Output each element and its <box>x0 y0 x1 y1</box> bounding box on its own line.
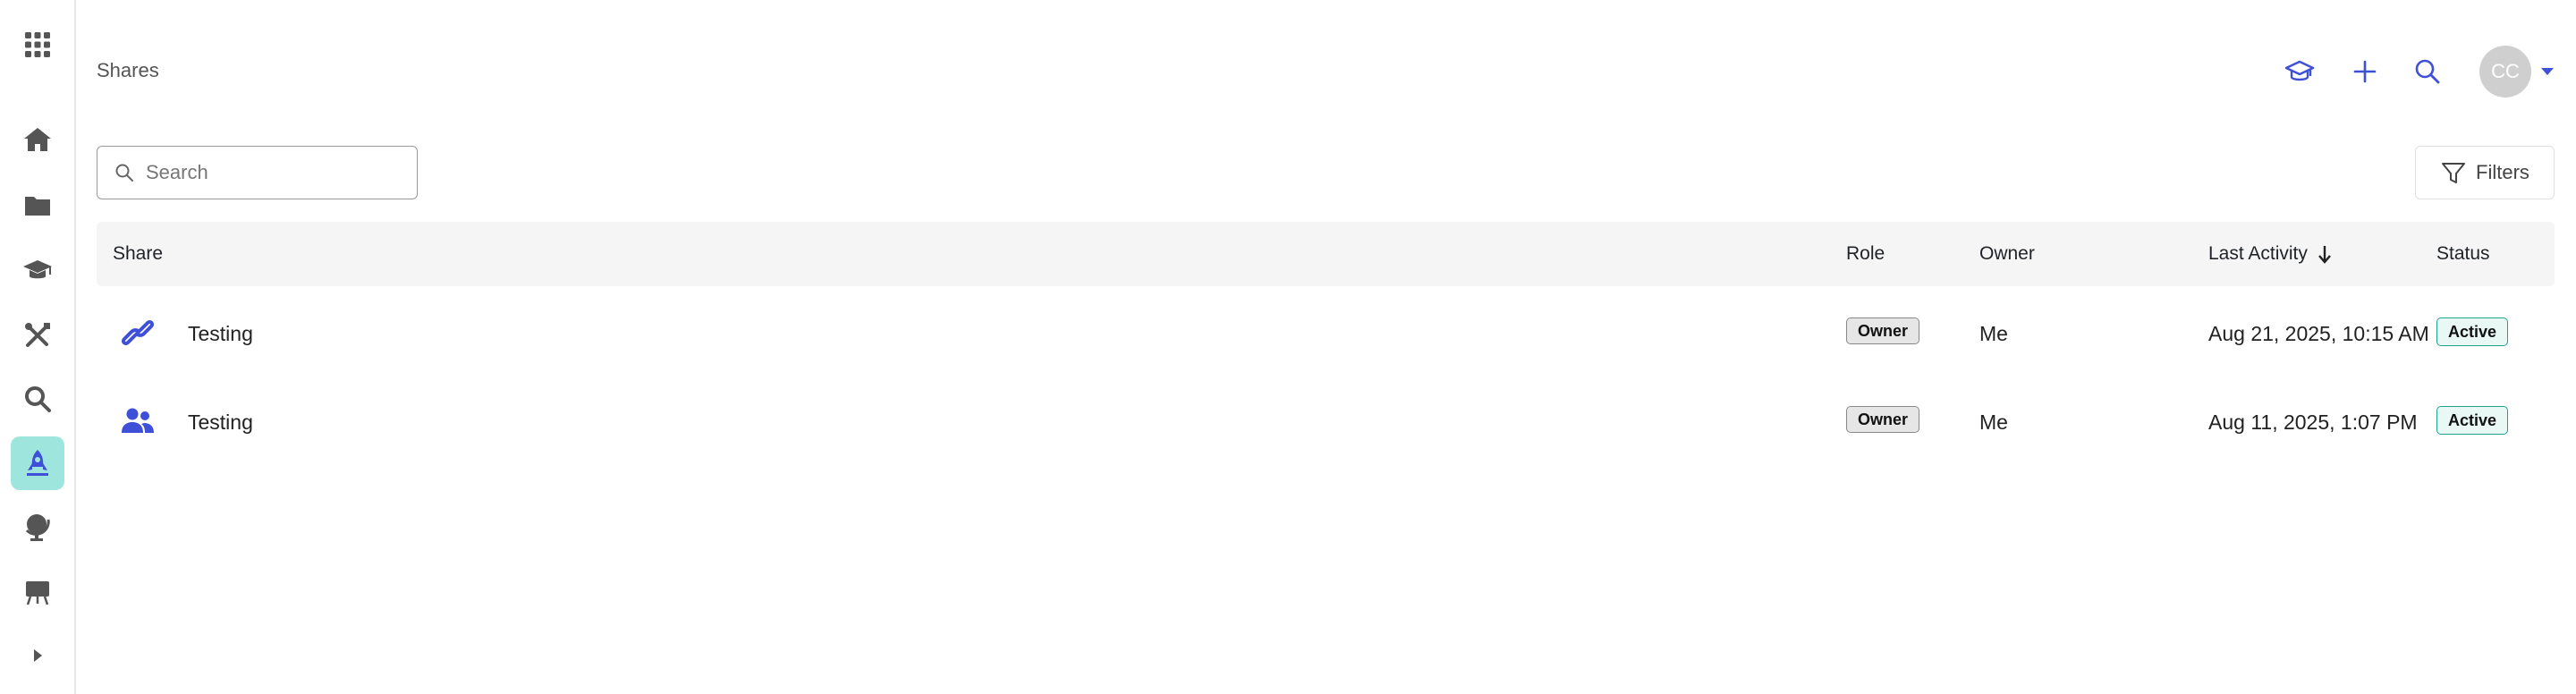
home-icon[interactable] <box>11 113 64 166</box>
globe-icon[interactable] <box>11 500 64 554</box>
last-activity-cell: Aug 11, 2025, 1:07 PM <box>2208 410 2418 434</box>
table-row[interactable]: Testing Owner Me Aug 11, 2025, 1:07 PM A… <box>97 377 2555 465</box>
filters-label: Filters <box>2476 161 2529 183</box>
table-row[interactable]: Testing Owner Me Aug 21, 2025, 10:15 AM … <box>97 288 2555 377</box>
avatar[interactable]: CC <box>2479 46 2531 97</box>
search-box <box>97 146 418 199</box>
rocket-icon[interactable] <box>11 436 64 490</box>
last-activity-cell: Aug 21, 2025, 10:15 AM <box>2208 322 2429 345</box>
chevron-down-icon[interactable] <box>2538 63 2556 80</box>
share-name[interactable]: Testing <box>188 410 253 435</box>
column-header-last-activity-label: Last Activity <box>2208 243 2308 264</box>
sort-descending-icon <box>2318 246 2331 265</box>
table-header: Share Role Owner Last Activity Status <box>97 222 2555 286</box>
link-icon <box>121 319 155 346</box>
column-header-last-activity[interactable]: Last Activity <box>2208 243 2333 265</box>
apps-grid-icon[interactable] <box>11 18 64 72</box>
role-badge: Owner <box>1846 317 1920 344</box>
search-nav-icon[interactable] <box>11 372 64 426</box>
column-header-share[interactable]: Share <box>113 243 163 265</box>
add-icon[interactable] <box>2347 54 2383 89</box>
owner-cell: Me <box>1979 322 2008 345</box>
learning-icon[interactable] <box>2282 54 2318 89</box>
share-name[interactable]: Testing <box>188 322 253 346</box>
expand-sidebar-icon[interactable] <box>11 629 64 682</box>
status-badge: Active <box>2436 406 2509 435</box>
page-title: Shares <box>97 59 159 81</box>
sidebar <box>0 0 76 694</box>
search-field-icon <box>115 164 133 182</box>
graduation-cap-icon[interactable] <box>11 243 64 297</box>
filter-icon <box>2442 163 2466 183</box>
column-header-role[interactable]: Role <box>1846 243 1885 265</box>
role-badge: Owner <box>1846 406 1920 433</box>
search-input[interactable] <box>144 160 398 185</box>
status-badge: Active <box>2436 317 2509 346</box>
tools-icon[interactable] <box>11 309 64 362</box>
column-header-owner[interactable]: Owner <box>1979 243 2035 265</box>
owner-cell: Me <box>1979 410 2008 434</box>
search-icon[interactable] <box>2410 54 2445 89</box>
folder-icon[interactable] <box>11 179 64 233</box>
filters-button[interactable]: Filters <box>2415 146 2555 199</box>
users-icon <box>122 408 154 433</box>
presentation-icon[interactable] <box>11 565 64 619</box>
column-header-status[interactable]: Status <box>2436 243 2490 265</box>
